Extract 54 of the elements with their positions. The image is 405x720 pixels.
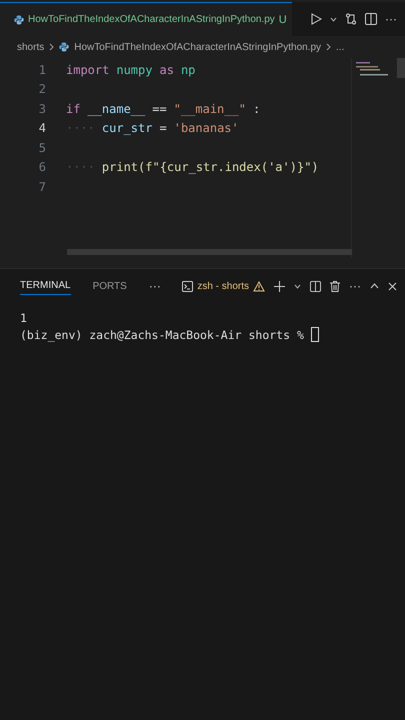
code-token: 'bananas': [174, 121, 239, 136]
untracked-status: U: [278, 14, 287, 26]
breadcrumb-file[interactable]: HowToFindTheIndexOfACharacterInAStringInPython.py: [74, 42, 322, 52]
code-token: =: [159, 121, 167, 136]
more-actions-button[interactable]: ···: [385, 12, 397, 26]
line-number: 5: [38, 140, 47, 155]
more-actions-button[interactable]: ···: [349, 279, 361, 293]
line-number: 4: [38, 121, 47, 136]
line-number: 7: [38, 180, 47, 194]
editor-tab[interactable]: HowToFindTheIndexOfACharacterInAStringInPython.py U: [0, 2, 292, 36]
line-number: 3: [38, 102, 47, 116]
terminal-line: 1: [20, 310, 27, 324]
code-token: if: [66, 102, 80, 116]
code-token: __name__: [87, 102, 146, 116]
line-number: 1: [38, 62, 47, 77]
close-icon[interactable]: [388, 282, 397, 290]
code-token: np: [180, 62, 196, 77]
horizontal-scrollbar[interactable]: [67, 249, 352, 255]
trash-icon[interactable]: [330, 280, 340, 292]
tab-filename: HowToFindTheIndexOfACharacterInAStringInPython.py: [28, 14, 275, 25]
terminal-selector[interactable]: zsh - shorts: [182, 280, 265, 292]
breadcrumb-folder[interactable]: shorts: [17, 42, 44, 52]
line-number: 6: [38, 160, 47, 174]
python-file-icon: [14, 14, 24, 24]
code-token: ==: [152, 102, 167, 116]
chevron-right-icon: [49, 43, 54, 51]
more-tabs-button[interactable]: ···: [148, 279, 161, 293]
terminal-line: (biz_env) zach@Zachs-MacBook-Air shorts %: [20, 328, 305, 342]
terminal-cursor: [310, 327, 319, 342]
code-token: :: [252, 102, 260, 116]
panel-tab[interactable]: TERMINAL: [20, 277, 71, 295]
panel-tab[interactable]: PORTS: [92, 278, 127, 294]
terminal-icon: [182, 280, 194, 292]
run-icon[interactable]: [311, 13, 322, 25]
breadcrumb-more[interactable]: ...: [336, 42, 344, 52]
code-token: numpy: [116, 62, 152, 77]
code-token: import: [66, 62, 110, 77]
whitespace-marker: ····: [66, 121, 95, 136]
split-terminal-icon[interactable]: [310, 280, 321, 292]
chevron-down-icon[interactable]: [294, 284, 301, 288]
line-number: 2: [38, 82, 47, 96]
plus-icon[interactable]: [274, 280, 285, 292]
code-token: "__main__": [174, 102, 246, 116]
whitespace-marker: ····: [66, 160, 95, 174]
python-file-icon: [59, 42, 70, 52]
chevron-down-icon[interactable]: [330, 16, 337, 22]
warning-icon: [253, 280, 265, 292]
chevron-right-icon: [326, 43, 332, 51]
compare-icon[interactable]: [345, 13, 357, 25]
code-token: cur_str: [102, 121, 152, 136]
caret-up-icon[interactable]: [370, 283, 379, 289]
split-editor-icon[interactable]: [365, 13, 377, 25]
code-token: print(f"{cur_str.index('a')}"): [102, 160, 319, 174]
code-token: as: [159, 62, 174, 77]
